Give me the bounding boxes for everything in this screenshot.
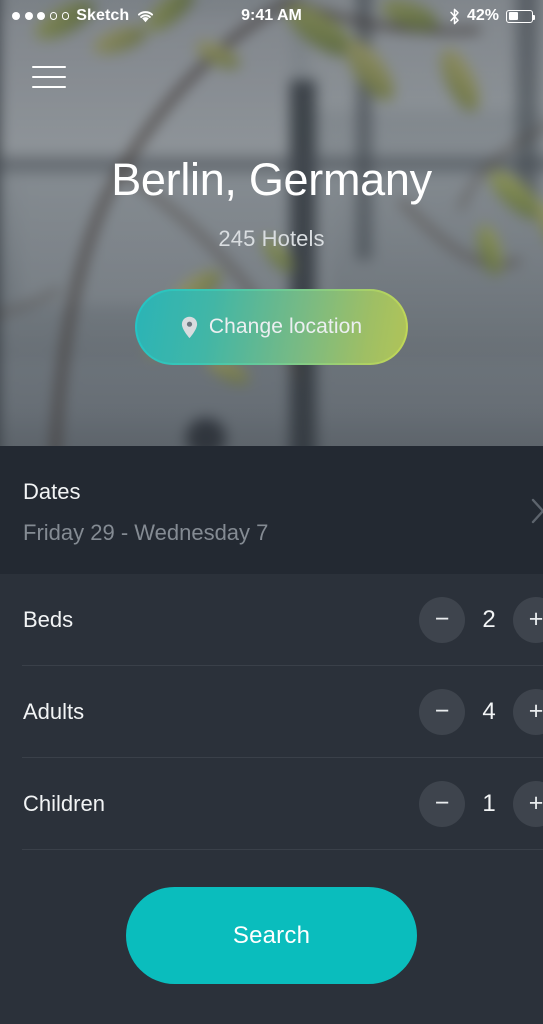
hero-content: Berlin, Germany 245 Hotels Change locati… (0, 0, 543, 446)
hotel-count-label: 245 Hotels (218, 226, 325, 251)
minus-icon: − (434, 696, 450, 725)
hamburger-menu-icon[interactable] (30, 64, 68, 98)
app-screen: Sketch 9:41 AM 42% Berlin, Germany 245 H… (0, 0, 543, 1024)
plus-icon: + (528, 788, 543, 817)
bluetooth-icon (450, 8, 459, 24)
battery-icon (506, 9, 536, 23)
change-location-button[interactable]: Change location (135, 289, 408, 365)
map-pin-icon (181, 316, 197, 338)
beds-decrement-button[interactable]: − (419, 597, 465, 643)
beds-stepper: − 2 + (419, 597, 543, 643)
minus-icon: − (434, 788, 450, 817)
plus-icon: + (528, 604, 543, 633)
status-bar-right: 42% (449, 7, 536, 25)
dates-label: Dates (23, 479, 81, 504)
children-stepper: − 1 + (419, 781, 543, 827)
search-button[interactable]: Search (126, 887, 417, 984)
adults-value: 4 (482, 698, 496, 725)
beds-increment-button[interactable]: + (513, 597, 543, 643)
beds-value: 2 (482, 606, 496, 633)
plus-icon: + (528, 696, 543, 725)
counter-label: Beds (23, 607, 74, 632)
battery-percentage: 42% (466, 7, 499, 24)
adults-stepper: − 4 + (419, 689, 543, 735)
children-increment-button[interactable]: + (513, 781, 543, 827)
counter-row-adults: Adults − 4 + (0, 666, 543, 758)
row-divider (22, 849, 543, 850)
children-value: 1 (482, 790, 496, 817)
search-button-container: Search (0, 887, 543, 984)
counter-row-beds: Beds − 2 + (0, 574, 543, 666)
change-location-label: Change location (208, 315, 363, 338)
page-title: Berlin, Germany (111, 154, 432, 205)
status-bar: Sketch 9:41 AM 42% (0, 0, 543, 32)
children-decrement-button[interactable]: − (419, 781, 465, 827)
chevron-right-icon[interactable] (530, 496, 543, 526)
counter-label: Children (23, 791, 105, 816)
counter-label: Adults (23, 699, 85, 724)
counter-row-children: Children − 1 + (0, 758, 543, 850)
adults-increment-button[interactable]: + (513, 689, 543, 735)
dates-row[interactable]: Dates Friday 29 - Wednesday 7 (0, 446, 543, 574)
adults-decrement-button[interactable]: − (419, 689, 465, 735)
search-form-panel: Dates Friday 29 - Wednesday 7 Beds − 2 +… (0, 446, 543, 1024)
minus-icon: − (434, 604, 450, 633)
dates-value: Friday 29 - Wednesday 7 (23, 520, 269, 545)
